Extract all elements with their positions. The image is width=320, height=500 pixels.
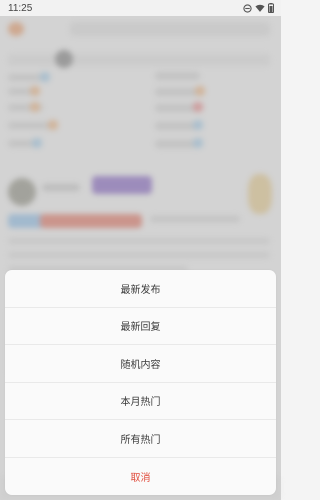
- status-bar: 11:25: [0, 0, 281, 16]
- option-latest-posts[interactable]: 最新发布: [5, 270, 276, 308]
- do-not-disturb-icon: [243, 3, 252, 13]
- option-random-content[interactable]: 随机内容: [5, 345, 276, 383]
- action-sheet: 最新发布 最新回复 随机内容 本月热门 所有热门 取消: [5, 270, 276, 495]
- battery-icon: [268, 3, 274, 13]
- status-icons: [243, 3, 274, 13]
- option-all-hot[interactable]: 所有热门: [5, 420, 276, 458]
- status-time: 11:25: [8, 2, 33, 14]
- option-monthly-hot[interactable]: 本月热门: [5, 383, 276, 420]
- cancel-button[interactable]: 取消: [5, 458, 276, 496]
- wifi-icon: [255, 4, 265, 13]
- option-latest-replies[interactable]: 最新回复: [5, 308, 276, 345]
